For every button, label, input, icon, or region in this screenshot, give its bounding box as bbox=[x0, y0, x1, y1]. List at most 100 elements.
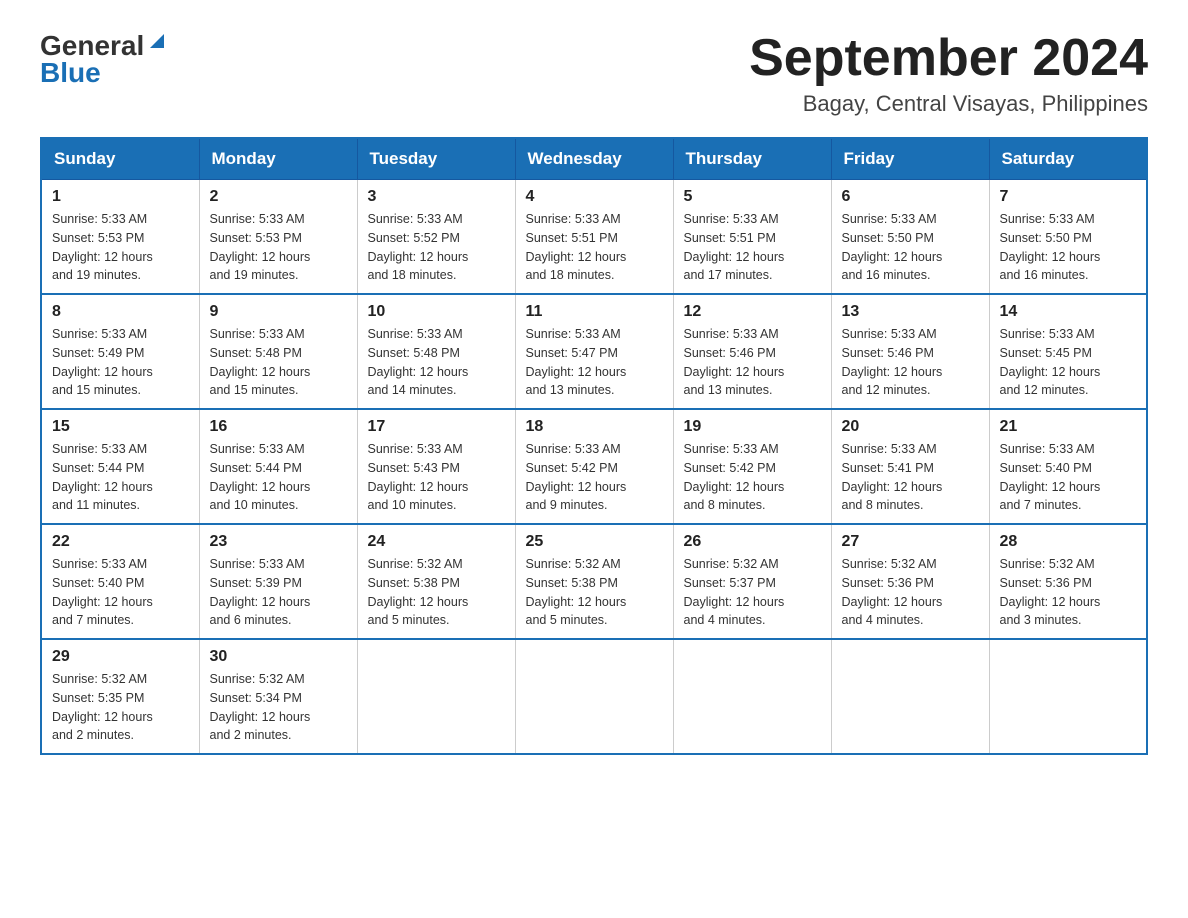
day-number: 4 bbox=[526, 188, 663, 206]
calendar-cell bbox=[673, 639, 831, 754]
logo-triangle-icon bbox=[146, 30, 168, 52]
day-number: 15 bbox=[52, 418, 189, 436]
day-number: 8 bbox=[52, 303, 189, 321]
day-info: Sunrise: 5:33 AM Sunset: 5:50 PM Dayligh… bbox=[1000, 210, 1137, 285]
day-number: 9 bbox=[210, 303, 347, 321]
calendar-cell: 22 Sunrise: 5:33 AM Sunset: 5:40 PM Dayl… bbox=[41, 524, 199, 639]
calendar-cell: 11 Sunrise: 5:33 AM Sunset: 5:47 PM Dayl… bbox=[515, 294, 673, 409]
day-number: 10 bbox=[368, 303, 505, 321]
calendar-cell: 16 Sunrise: 5:33 AM Sunset: 5:44 PM Dayl… bbox=[199, 409, 357, 524]
calendar-cell: 3 Sunrise: 5:33 AM Sunset: 5:52 PM Dayli… bbox=[357, 180, 515, 295]
col-wednesday: Wednesday bbox=[515, 138, 673, 180]
day-number: 28 bbox=[1000, 533, 1137, 551]
day-number: 12 bbox=[684, 303, 821, 321]
day-number: 17 bbox=[368, 418, 505, 436]
day-number: 3 bbox=[368, 188, 505, 206]
title-block: September 2024 Bagay, Central Visayas, P… bbox=[749, 30, 1148, 117]
calendar-cell: 13 Sunrise: 5:33 AM Sunset: 5:46 PM Dayl… bbox=[831, 294, 989, 409]
calendar-cell: 29 Sunrise: 5:32 AM Sunset: 5:35 PM Dayl… bbox=[41, 639, 199, 754]
day-info: Sunrise: 5:33 AM Sunset: 5:51 PM Dayligh… bbox=[684, 210, 821, 285]
page-title: September 2024 bbox=[749, 30, 1148, 87]
day-info: Sunrise: 5:33 AM Sunset: 5:48 PM Dayligh… bbox=[210, 325, 347, 400]
day-info: Sunrise: 5:33 AM Sunset: 5:41 PM Dayligh… bbox=[842, 440, 979, 515]
day-number: 30 bbox=[210, 648, 347, 666]
calendar-cell: 30 Sunrise: 5:32 AM Sunset: 5:34 PM Dayl… bbox=[199, 639, 357, 754]
day-number: 18 bbox=[526, 418, 663, 436]
calendar-cell: 9 Sunrise: 5:33 AM Sunset: 5:48 PM Dayli… bbox=[199, 294, 357, 409]
calendar-cell: 23 Sunrise: 5:33 AM Sunset: 5:39 PM Dayl… bbox=[199, 524, 357, 639]
calendar-cell: 14 Sunrise: 5:33 AM Sunset: 5:45 PM Dayl… bbox=[989, 294, 1147, 409]
calendar-cell: 15 Sunrise: 5:33 AM Sunset: 5:44 PM Dayl… bbox=[41, 409, 199, 524]
calendar-cell bbox=[357, 639, 515, 754]
day-number: 2 bbox=[210, 188, 347, 206]
day-number: 27 bbox=[842, 533, 979, 551]
day-number: 29 bbox=[52, 648, 189, 666]
day-info: Sunrise: 5:32 AM Sunset: 5:35 PM Dayligh… bbox=[52, 670, 189, 745]
calendar-cell: 18 Sunrise: 5:33 AM Sunset: 5:42 PM Dayl… bbox=[515, 409, 673, 524]
page-header: General Blue September 2024 Bagay, Centr… bbox=[40, 30, 1148, 117]
calendar-cell: 8 Sunrise: 5:33 AM Sunset: 5:49 PM Dayli… bbox=[41, 294, 199, 409]
col-thursday: Thursday bbox=[673, 138, 831, 180]
day-info: Sunrise: 5:32 AM Sunset: 5:36 PM Dayligh… bbox=[1000, 555, 1137, 630]
day-info: Sunrise: 5:32 AM Sunset: 5:38 PM Dayligh… bbox=[368, 555, 505, 630]
week-row-1: 1 Sunrise: 5:33 AM Sunset: 5:53 PM Dayli… bbox=[41, 180, 1147, 295]
day-number: 16 bbox=[210, 418, 347, 436]
calendar-cell: 25 Sunrise: 5:32 AM Sunset: 5:38 PM Dayl… bbox=[515, 524, 673, 639]
day-number: 24 bbox=[368, 533, 505, 551]
day-info: Sunrise: 5:33 AM Sunset: 5:49 PM Dayligh… bbox=[52, 325, 189, 400]
calendar-cell: 4 Sunrise: 5:33 AM Sunset: 5:51 PM Dayli… bbox=[515, 180, 673, 295]
calendar-cell bbox=[989, 639, 1147, 754]
day-info: Sunrise: 5:33 AM Sunset: 5:42 PM Dayligh… bbox=[684, 440, 821, 515]
calendar-cell: 26 Sunrise: 5:32 AM Sunset: 5:37 PM Dayl… bbox=[673, 524, 831, 639]
day-info: Sunrise: 5:33 AM Sunset: 5:44 PM Dayligh… bbox=[52, 440, 189, 515]
day-info: Sunrise: 5:33 AM Sunset: 5:46 PM Dayligh… bbox=[842, 325, 979, 400]
calendar-cell: 27 Sunrise: 5:32 AM Sunset: 5:36 PM Dayl… bbox=[831, 524, 989, 639]
day-info: Sunrise: 5:33 AM Sunset: 5:51 PM Dayligh… bbox=[526, 210, 663, 285]
day-number: 14 bbox=[1000, 303, 1137, 321]
calendar-cell: 28 Sunrise: 5:32 AM Sunset: 5:36 PM Dayl… bbox=[989, 524, 1147, 639]
week-row-5: 29 Sunrise: 5:32 AM Sunset: 5:35 PM Dayl… bbox=[41, 639, 1147, 754]
calendar-cell: 24 Sunrise: 5:32 AM Sunset: 5:38 PM Dayl… bbox=[357, 524, 515, 639]
day-info: Sunrise: 5:33 AM Sunset: 5:47 PM Dayligh… bbox=[526, 325, 663, 400]
day-number: 25 bbox=[526, 533, 663, 551]
week-row-4: 22 Sunrise: 5:33 AM Sunset: 5:40 PM Dayl… bbox=[41, 524, 1147, 639]
logo: General Blue bbox=[40, 30, 168, 89]
calendar-cell: 5 Sunrise: 5:33 AM Sunset: 5:51 PM Dayli… bbox=[673, 180, 831, 295]
day-info: Sunrise: 5:33 AM Sunset: 5:40 PM Dayligh… bbox=[52, 555, 189, 630]
day-info: Sunrise: 5:32 AM Sunset: 5:34 PM Dayligh… bbox=[210, 670, 347, 745]
logo-general: General bbox=[40, 32, 144, 60]
day-info: Sunrise: 5:33 AM Sunset: 5:46 PM Dayligh… bbox=[684, 325, 821, 400]
calendar-table: Sunday Monday Tuesday Wednesday Thursday… bbox=[40, 137, 1148, 755]
week-row-3: 15 Sunrise: 5:33 AM Sunset: 5:44 PM Dayl… bbox=[41, 409, 1147, 524]
day-info: Sunrise: 5:33 AM Sunset: 5:40 PM Dayligh… bbox=[1000, 440, 1137, 515]
page-subtitle: Bagay, Central Visayas, Philippines bbox=[749, 91, 1148, 117]
col-monday: Monday bbox=[199, 138, 357, 180]
day-number: 21 bbox=[1000, 418, 1137, 436]
calendar-cell: 19 Sunrise: 5:33 AM Sunset: 5:42 PM Dayl… bbox=[673, 409, 831, 524]
calendar-cell: 12 Sunrise: 5:33 AM Sunset: 5:46 PM Dayl… bbox=[673, 294, 831, 409]
day-info: Sunrise: 5:33 AM Sunset: 5:42 PM Dayligh… bbox=[526, 440, 663, 515]
day-number: 1 bbox=[52, 188, 189, 206]
calendar-cell: 1 Sunrise: 5:33 AM Sunset: 5:53 PM Dayli… bbox=[41, 180, 199, 295]
day-number: 20 bbox=[842, 418, 979, 436]
day-info: Sunrise: 5:32 AM Sunset: 5:38 PM Dayligh… bbox=[526, 555, 663, 630]
day-number: 19 bbox=[684, 418, 821, 436]
day-info: Sunrise: 5:32 AM Sunset: 5:36 PM Dayligh… bbox=[842, 555, 979, 630]
calendar-cell: 21 Sunrise: 5:33 AM Sunset: 5:40 PM Dayl… bbox=[989, 409, 1147, 524]
day-info: Sunrise: 5:32 AM Sunset: 5:37 PM Dayligh… bbox=[684, 555, 821, 630]
day-info: Sunrise: 5:33 AM Sunset: 5:45 PM Dayligh… bbox=[1000, 325, 1137, 400]
week-row-2: 8 Sunrise: 5:33 AM Sunset: 5:49 PM Dayli… bbox=[41, 294, 1147, 409]
day-number: 7 bbox=[1000, 188, 1137, 206]
calendar-header-row: Sunday Monday Tuesday Wednesday Thursday… bbox=[41, 138, 1147, 180]
day-number: 13 bbox=[842, 303, 979, 321]
calendar-cell bbox=[515, 639, 673, 754]
day-number: 5 bbox=[684, 188, 821, 206]
col-tuesday: Tuesday bbox=[357, 138, 515, 180]
day-info: Sunrise: 5:33 AM Sunset: 5:53 PM Dayligh… bbox=[52, 210, 189, 285]
calendar-cell: 2 Sunrise: 5:33 AM Sunset: 5:53 PM Dayli… bbox=[199, 180, 357, 295]
calendar-cell: 20 Sunrise: 5:33 AM Sunset: 5:41 PM Dayl… bbox=[831, 409, 989, 524]
day-info: Sunrise: 5:33 AM Sunset: 5:43 PM Dayligh… bbox=[368, 440, 505, 515]
day-info: Sunrise: 5:33 AM Sunset: 5:52 PM Dayligh… bbox=[368, 210, 505, 285]
day-info: Sunrise: 5:33 AM Sunset: 5:50 PM Dayligh… bbox=[842, 210, 979, 285]
day-info: Sunrise: 5:33 AM Sunset: 5:39 PM Dayligh… bbox=[210, 555, 347, 630]
